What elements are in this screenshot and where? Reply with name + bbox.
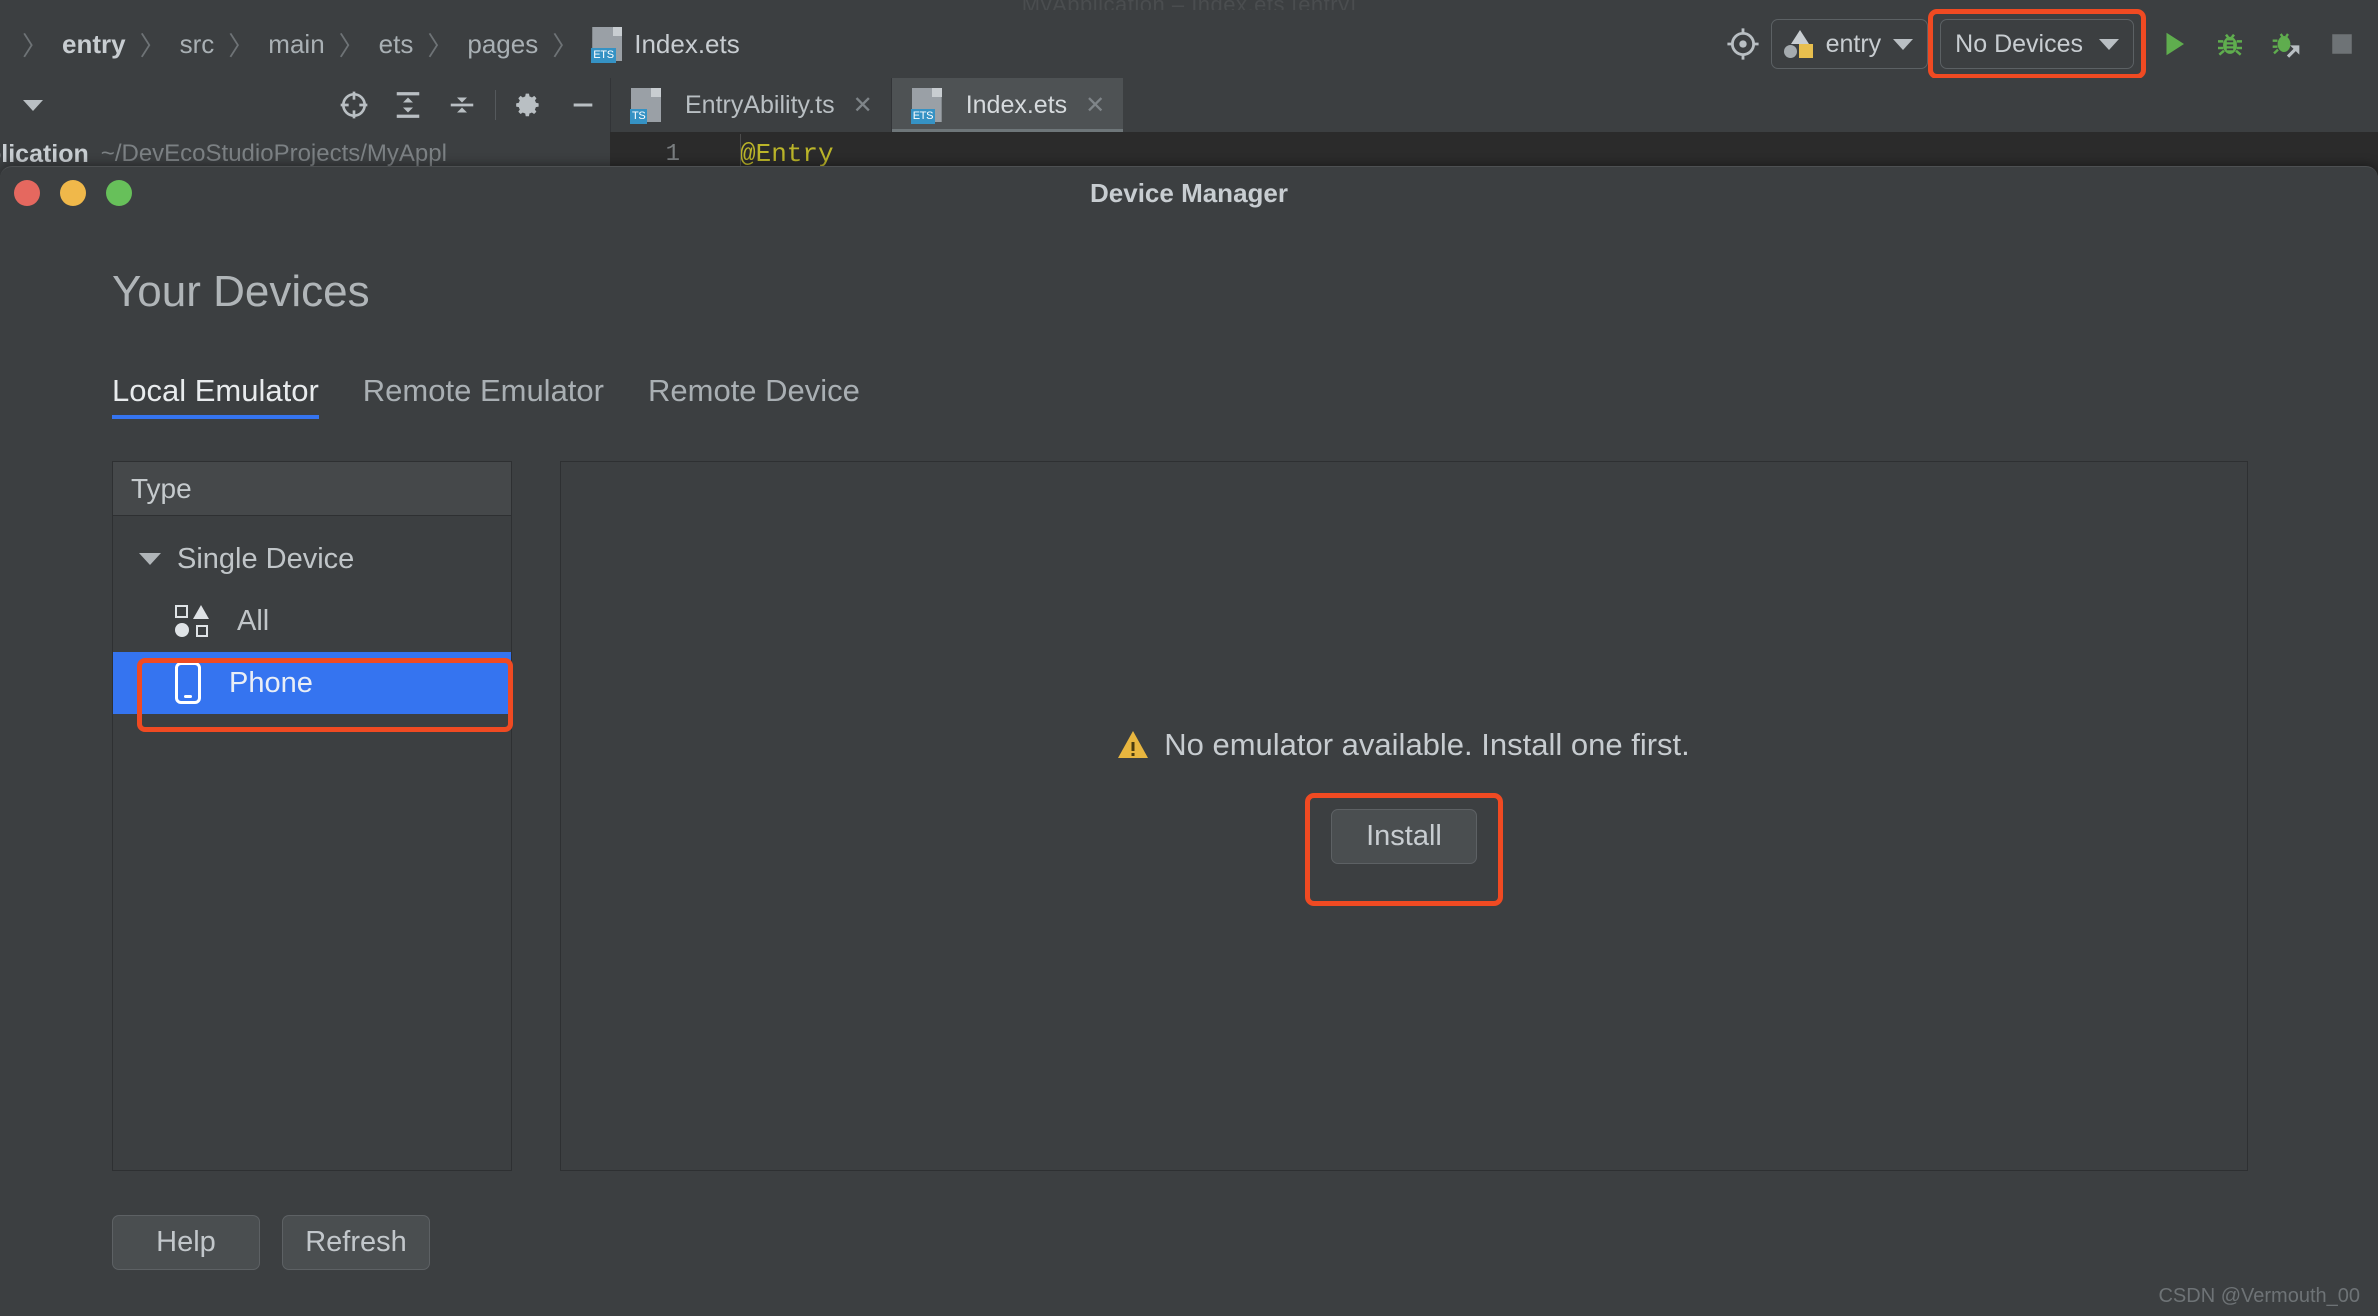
warning-icon (1118, 730, 1149, 759)
dialog-footer: Help Refresh (112, 1215, 2378, 1270)
tab-remote-device[interactable]: Remote Device (648, 373, 860, 419)
run-configuration-label: entry (1825, 29, 1882, 58)
install-button-wrapper: Install (1305, 792, 1503, 906)
device-type-tree: Type Single Device All Phone (112, 461, 513, 1171)
all-devices-icon (175, 605, 209, 637)
run-button[interactable] (2146, 16, 2202, 72)
tab-entryability-ts[interactable]: TS EntryAbility.ts ✕ (610, 78, 891, 132)
editor-tab-row: TS EntryAbility.ts ✕ ETS Index.ets ✕ (0, 78, 2378, 132)
breadcrumb-item-ets[interactable]: ets (379, 29, 414, 60)
emulator-content-panel: No emulator available. Install one first… (560, 461, 2248, 1171)
chevron-down-icon (2099, 38, 2119, 50)
tab-label: Index.ets (965, 90, 1068, 119)
ets-file-icon-label: ETS (910, 109, 936, 124)
ets-file-icon: ETS (591, 27, 623, 63)
device-selector[interactable]: No Devices (1940, 19, 2134, 69)
run-configuration-selector[interactable]: entry (1770, 19, 1929, 69)
tree-item-phone[interactable]: Phone (113, 652, 513, 732)
chevron-down-icon (139, 553, 161, 565)
breadcrumb-separator: 〉 (139, 30, 166, 61)
tree-item-label: Phone (229, 666, 313, 699)
breadcrumb-separator: 〉 (338, 30, 365, 61)
stop-button[interactable] (2314, 16, 2370, 72)
phone-icon (175, 662, 201, 704)
project-panel-toolbar (0, 78, 610, 132)
tree-column-header-type: Type (113, 462, 511, 516)
close-icon[interactable]: ✕ (1085, 91, 1105, 120)
expand-all-icon[interactable] (381, 78, 435, 132)
line-number: 1 (665, 140, 680, 168)
breadcrumb-separator: 〉 (427, 30, 454, 61)
breadcrumb-item-pages[interactable]: pages (467, 29, 538, 60)
tab-local-emulator[interactable]: Local Emulator (112, 373, 319, 419)
chevron-down-icon[interactable] (6, 78, 60, 132)
ets-file-icon-label: ETS (591, 48, 616, 63)
tree-item-label: All (237, 604, 270, 637)
project-path: ~/DevEcoStudioProjects/MyAppl (100, 140, 447, 167)
close-button[interactable] (14, 180, 40, 206)
main-toolbar-right: entry No Devices (1715, 9, 2370, 79)
breadcrumb-item-index-ets[interactable]: Index.ets (634, 29, 740, 60)
breadcrumb-separator: 〉 (22, 30, 49, 61)
device-manager-dialog: Device Manager Your Devices Local Emulat… (0, 166, 2378, 1316)
scroll-from-source-icon[interactable] (327, 78, 381, 132)
gear-icon[interactable] (502, 78, 556, 132)
breadcrumb-item-entry[interactable]: entry (62, 29, 126, 60)
tab-remote-emulator[interactable]: Remote Emulator (363, 373, 604, 419)
chevron-down-icon (1893, 38, 1914, 50)
ts-file-icon-label: TS (630, 109, 648, 124)
dialog-split: Type Single Device All Phone No emulator… (112, 461, 2378, 1171)
tree-group-single-device[interactable]: Single Device (113, 528, 511, 590)
screen-root: MyApplication – Index.ets [entry] 〉 entr… (0, 0, 2378, 1316)
breadcrumb-item-src[interactable]: src (180, 29, 215, 60)
tree-group-label: Single Device (177, 542, 355, 575)
dialog-body: Your Devices Local Emulator Remote Emula… (0, 267, 2378, 1316)
toolbar-divider (495, 90, 496, 120)
tab-label: EntryAbility.ts (685, 90, 835, 119)
module-icon (1783, 30, 1814, 58)
minimize-button[interactable] (60, 180, 86, 206)
collapse-all-icon[interactable] (435, 78, 489, 132)
refresh-button[interactable]: Refresh (282, 1215, 430, 1270)
page-title: Your Devices (112, 267, 370, 316)
debug-button[interactable] (2202, 16, 2258, 72)
device-selector-wrapper: No Devices (1928, 9, 2146, 79)
locate-target-icon[interactable] (1715, 16, 1771, 72)
close-icon[interactable]: ✕ (853, 91, 873, 120)
zoom-button[interactable] (106, 180, 132, 206)
breadcrumb-separator: 〉 (228, 30, 255, 61)
minimize-icon[interactable] (556, 78, 610, 132)
install-button[interactable]: Install (1331, 808, 1477, 864)
tree-item-all[interactable]: All (113, 590, 511, 652)
watermark: CSDN @Vermouth_00 (2158, 1285, 2360, 1307)
breadcrumb-separator: 〉 (552, 30, 579, 61)
tab-index-ets[interactable]: ETS Index.ets ✕ (890, 78, 1124, 132)
dialog-titlebar: Device Manager (0, 167, 2378, 219)
device-selector-label: No Devices (1955, 29, 2083, 58)
ets-file-icon: ETS (910, 88, 942, 124)
tree-body: Single Device All Phone (113, 516, 513, 1170)
dialog-title: Device Manager (1090, 177, 1288, 208)
traffic-lights (14, 180, 132, 206)
breadcrumb-item-main[interactable]: main (268, 29, 324, 60)
empty-state-message: No emulator available. Install one first… (1118, 727, 1690, 763)
attach-debugger-button[interactable] (2258, 16, 2314, 72)
ts-file-icon: TS (630, 88, 661, 124)
project-name: plication (0, 139, 89, 168)
empty-state-text: No emulator available. Install one first… (1164, 726, 1690, 762)
device-tabs: Local Emulator Remote Emulator Remote De… (112, 373, 2378, 419)
help-button[interactable]: Help (112, 1215, 260, 1270)
code-text: @Entry (740, 139, 834, 169)
